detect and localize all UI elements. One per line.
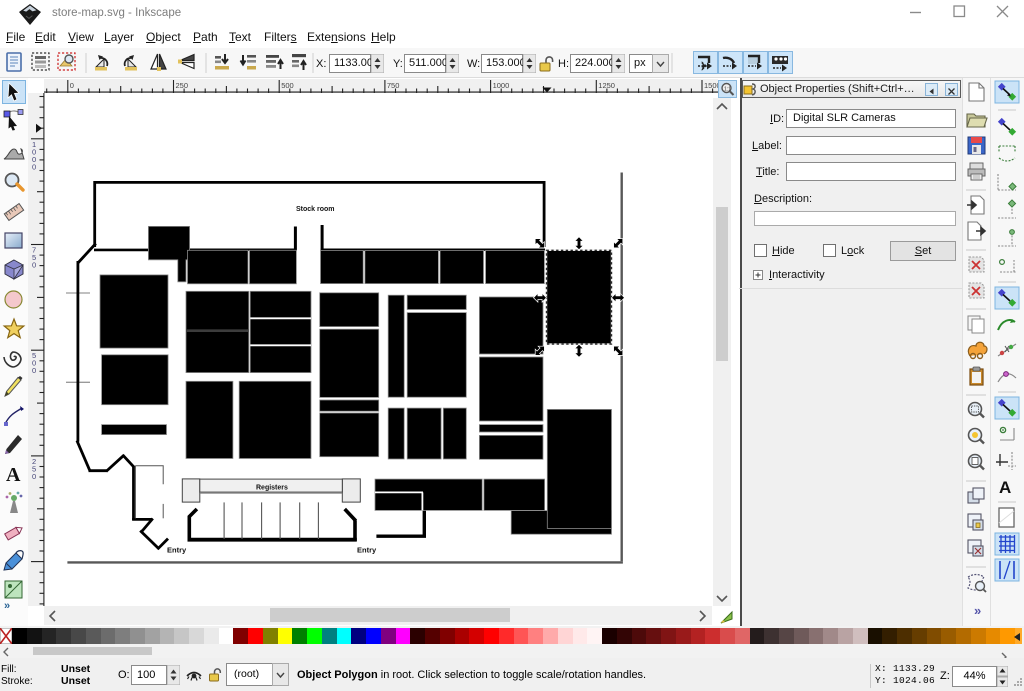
svg-text:0: 0 bbox=[32, 472, 36, 481]
svg-text:0: 0 bbox=[32, 162, 36, 171]
svg-text:Entry: Entry bbox=[167, 546, 187, 555]
svg-text:1500: 1500 bbox=[704, 81, 718, 90]
svg-text:1:1: 1:1 bbox=[724, 87, 731, 93]
svg-text:0: 0 bbox=[32, 261, 36, 270]
svg-text:»: » bbox=[974, 603, 981, 618]
svg-text:Entry: Entry bbox=[357, 546, 377, 555]
svg-text:A: A bbox=[999, 478, 1011, 497]
svg-text:500: 500 bbox=[281, 81, 294, 90]
svg-text:A: A bbox=[6, 464, 21, 486]
svg-text:0: 0 bbox=[70, 81, 74, 90]
svg-text:750: 750 bbox=[387, 81, 400, 90]
svg-text:Registers: Registers bbox=[256, 484, 288, 491]
svg-text:Stock room: Stock room bbox=[296, 206, 335, 213]
svg-text:250: 250 bbox=[176, 81, 189, 90]
svg-text:0: 0 bbox=[32, 366, 36, 375]
